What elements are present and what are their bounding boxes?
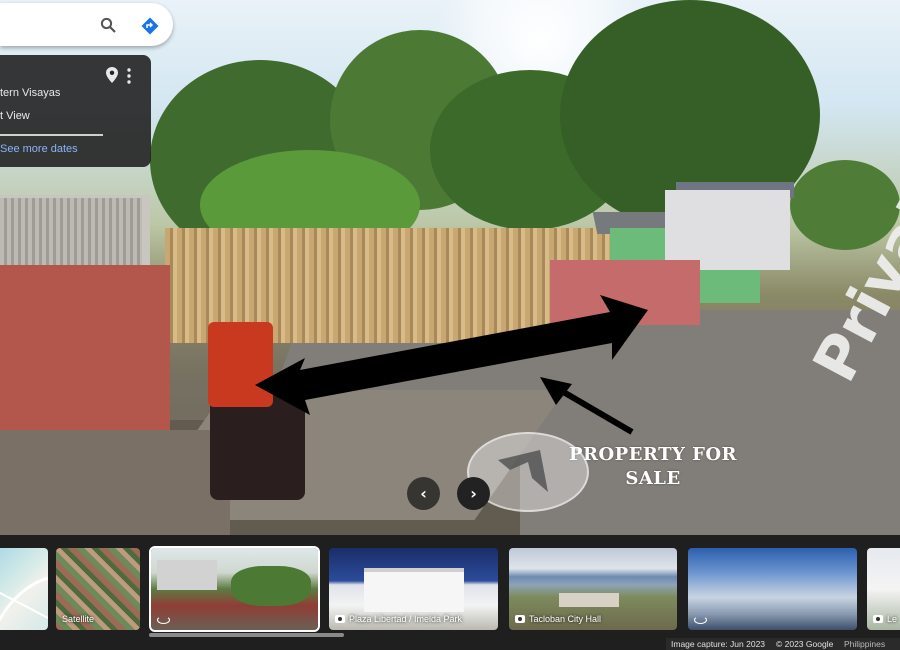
- thumbnail-tacloban-city-hall[interactable]: Tacloban City Hall: [509, 548, 677, 630]
- previous-photo-button[interactable]: ‹: [407, 477, 440, 510]
- photo-strip: Satellite Plaza Libertad / Imelda Park T…: [0, 535, 900, 638]
- thumbnail-label: Tacloban City Hall: [515, 614, 601, 624]
- thumbnail-plaza-libertad[interactable]: Plaza Libertad / Imelda Park: [329, 548, 498, 630]
- thumbnail-label: [694, 616, 711, 624]
- search-input[interactable]: [4, 13, 94, 37]
- thumbnail-satellite[interactable]: Satellite: [56, 548, 140, 630]
- panorama-icon: [694, 616, 707, 624]
- copyright-text: © 2023 Google: [776, 639, 834, 649]
- thumb-building: [364, 568, 464, 612]
- camera-icon: [515, 615, 525, 623]
- property-for-sale-annotation: PROPERTY FOR SALE: [569, 444, 737, 489]
- thumbnail-label: [157, 616, 174, 624]
- location-pin-icon[interactable]: [106, 67, 118, 83]
- thumbnail-map[interactable]: [0, 548, 48, 630]
- divider: [0, 134, 103, 136]
- strip-scrollbar[interactable]: [149, 633, 344, 637]
- location-info-card: tern Visayas t View See more dates: [0, 55, 151, 167]
- thumbnail-label: Satellite: [62, 614, 95, 624]
- thumb-tree: [231, 566, 311, 606]
- next-photo-button[interactable]: ›: [457, 477, 490, 510]
- region-label: tern Visayas: [0, 87, 61, 99]
- thumbnail-label: Le: [873, 614, 897, 624]
- thumb-house: [157, 560, 217, 590]
- see-more-dates-link[interactable]: See more dates: [0, 143, 78, 155]
- map-roads-icon: [0, 576, 48, 622]
- image-capture-date: Image capture: Jun 2023: [671, 639, 766, 649]
- directions-icon[interactable]: [141, 17, 159, 35]
- thumb-building: [559, 593, 619, 607]
- camera-icon: [335, 615, 345, 623]
- camera-icon: [873, 615, 883, 623]
- thumbnail-photo[interactable]: Le: [867, 548, 900, 630]
- thumbnail-streetview[interactable]: [688, 548, 857, 630]
- search-box[interactable]: [0, 3, 173, 46]
- country-label[interactable]: Philippines: [844, 639, 885, 649]
- more-options-icon[interactable]: [126, 68, 132, 84]
- imagery-type-label: t View: [0, 110, 30, 122]
- panorama-icon: [157, 616, 170, 624]
- footer-attribution: Image capture: Jun 2023 © 2023 Google Ph…: [666, 638, 900, 650]
- thumbnail-streetview-current[interactable]: [149, 546, 320, 632]
- thumbnail-label: Plaza Libertad / Imelda Park: [335, 614, 462, 624]
- search-icon[interactable]: [100, 17, 116, 33]
